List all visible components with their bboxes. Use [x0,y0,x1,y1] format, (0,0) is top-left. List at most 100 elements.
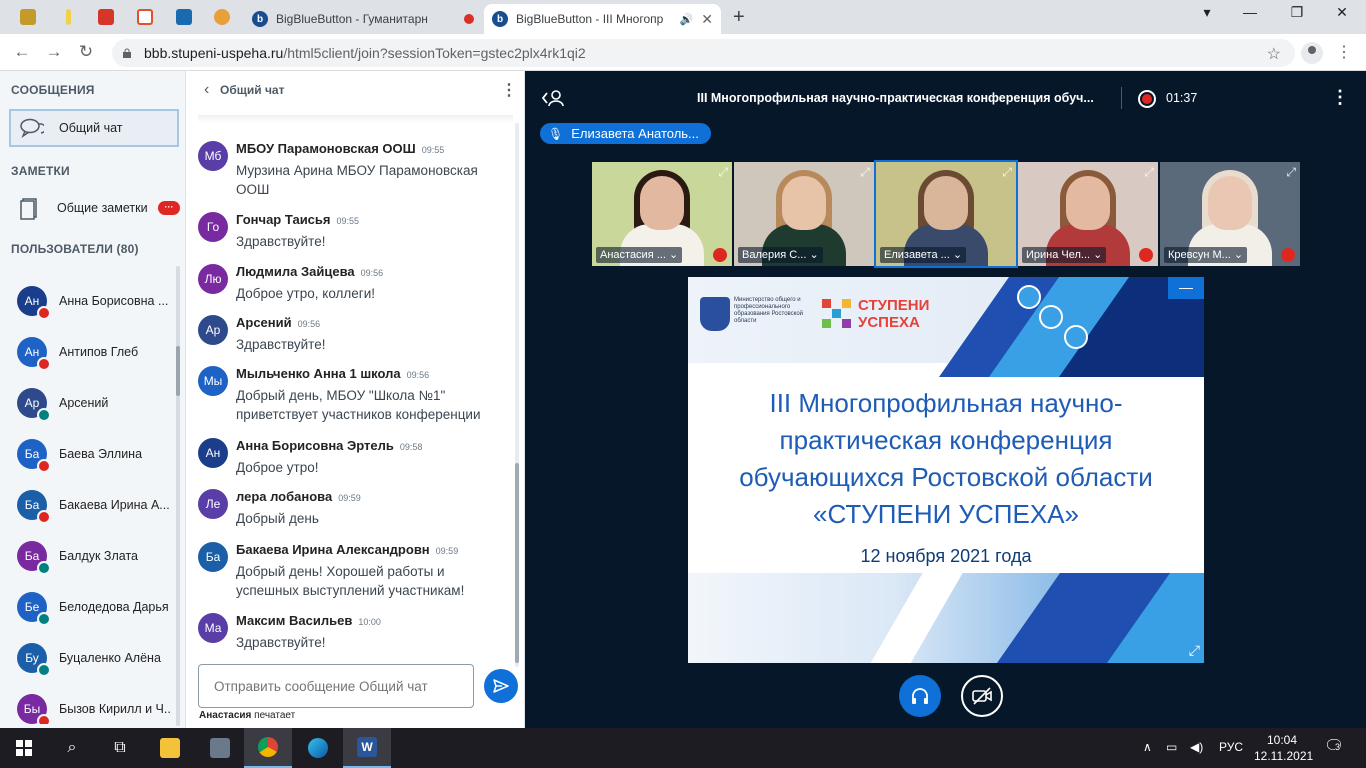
task-view-icon[interactable]: ⧉ [96,728,144,768]
input-language[interactable]: РУС [1219,740,1243,754]
avatar: Мы [198,366,228,396]
user-item[interactable]: Ба Баева Эллина [0,428,176,479]
minimize-button[interactable]: — [1230,4,1270,20]
webcam-user-label[interactable]: Ирина Чел... ⌄ [1022,247,1107,263]
chat-scrollbar[interactable] [515,123,519,667]
user-item[interactable]: Ан Анна Борисовна ... [0,275,176,326]
message-text: Здравствуйте! [236,635,326,650]
user-item[interactable]: Бы Бызов Кирилл и Ч... [0,683,176,724]
public-chat-item[interactable]: Общий чат [9,109,179,147]
meeting-options-icon[interactable]: ⋮ [1331,87,1349,108]
url-host: bbb.stupeni-uspeha.ru [144,45,284,61]
toggle-user-list-icon[interactable] [541,89,565,112]
pinned-tab-2[interactable] [52,5,84,29]
mic-muted-icon [37,509,51,524]
forward-icon[interactable]: → [42,42,66,62]
chat-title[interactable]: Общий чат [220,83,284,97]
chat-message-input[interactable] [198,664,474,708]
webcam-user-label[interactable]: Елизавета ... ⌄ [880,247,967,263]
url-bar[interactable]: bbb.stupeni-uspeha.ru/html5client/join?s… [112,39,1295,67]
fullscreen-icon[interactable]: ⤢ [1144,165,1154,180]
webcam-user-label[interactable]: Кревсун М... ⌄ [1164,247,1248,263]
edge-taskbar-icon[interactable] [294,728,342,768]
tray-chevron-icon[interactable]: ∧ [1143,740,1152,754]
slide-title: III Многопрофильная научно- практическая… [688,385,1204,533]
share-webcam-button[interactable] [961,675,1003,717]
avatar: Ан [17,285,51,320]
back-icon[interactable]: ← [10,42,34,62]
fullscreen-icon[interactable]: ⤢ [1189,642,1200,659]
tab-search-icon[interactable]: ▾ [1187,4,1227,21]
webcam-user-label[interactable]: Анастасия ... ⌄ [596,247,683,263]
fullscreen-icon[interactable]: ⤢ [860,165,870,180]
presentation-slide[interactable]: Министерство общего и профессионального … [688,277,1204,663]
user-item[interactable]: Бу Буцаленко Алёна [0,632,176,683]
user-list-scrollbar[interactable] [176,266,180,726]
browser-tab-1[interactable]: b BigBlueButton - Гуманитарн [244,4,482,34]
browser-menu-icon[interactable]: ⋮ [1336,42,1352,62]
user-item[interactable]: Ба Бакаева Ирина А... [0,479,176,530]
mic-muted-icon [713,248,727,262]
user-item[interactable]: Ан Антипов Глеб [0,326,176,377]
headphones-icon [912,688,928,704]
fullscreen-icon[interactable]: ⤢ [1002,165,1012,180]
pinned-tab-1[interactable] [12,5,44,29]
pinned-tab-3[interactable] [90,5,122,29]
typing-user: Анастасия [199,710,252,721]
user-item[interactable]: Бе Белодедова Дарья [0,581,176,632]
user-list-panel: СООБЩЕНИЯ Общий чат ЗАМЕТКИ Общие заметк… [0,71,186,728]
chat-options-icon[interactable]: ⋮ [501,80,517,100]
word-taskbar-icon[interactable]: W [343,728,391,768]
message-text: Доброе утро! [236,460,319,475]
divider [1121,87,1122,109]
webcam-tile[interactable]: Валерия С... ⌄ ⤢ [734,162,874,266]
shared-notes-item[interactable]: Общие заметки [9,189,179,227]
user-item[interactable]: Ба Балдук Злата [0,530,176,581]
talking-indicator[interactable]: 🎙 Елизавета Анатоль... [540,123,711,144]
webcam-tile[interactable]: Кревсун М... ⌄ ⤢ [1160,162,1300,266]
search-icon[interactable]: ⌕ [48,728,96,768]
pinned-tab-4[interactable] [129,5,161,29]
chevron-left-icon[interactable]: ‹ [204,81,209,99]
hide-presentation-button[interactable]: — [1168,277,1204,299]
close-tab-icon[interactable]: ✕ [701,11,713,28]
user-item[interactable]: Ар Арсений [0,377,176,428]
reload-icon[interactable]: ↻ [74,42,98,62]
slide-date: 12 ноября 2021 года [860,546,1032,566]
webcam-tile[interactable]: Ирина Чел... ⌄ ⤢ [1018,162,1158,266]
profile-avatar[interactable] [1301,42,1323,64]
new-tab-button[interactable]: + [733,6,745,29]
restore-button[interactable]: ❐ [1277,4,1317,21]
speaker-icon[interactable]: 🔊 [680,13,694,26]
start-button[interactable] [0,728,48,768]
network-icon[interactable]: ▭ [1166,740,1177,754]
pinned-tab-5[interactable] [168,5,200,29]
fullscreen-icon[interactable]: ⤢ [718,165,728,180]
scrollbar-thumb[interactable] [515,463,519,663]
recording-indicator-icon[interactable] [1138,90,1156,108]
volume-icon[interactable]: ◀) [1190,740,1203,754]
message-time: 09:56 [360,268,384,278]
avatar-initials: Мб [204,149,222,163]
scrollbar-thumb[interactable] [176,346,180,396]
books-icon [1064,325,1088,349]
talker-name: Елизавета Анатоль... [571,126,699,141]
message-header: Арсений 09:56 [236,315,320,330]
file-explorer-icon[interactable] [146,728,194,768]
taskbar-clock[interactable]: 10:04 12.11.2021 [1254,732,1313,764]
message-header: МБОУ Парамоновская ООШ 09:55 [236,141,444,156]
fullscreen-icon[interactable]: ⤢ [1286,165,1296,180]
bookmark-star-icon[interactable]: ☆ [1267,44,1281,64]
close-window-button[interactable]: ✕ [1322,4,1362,21]
pinned-tab-6[interactable] [206,5,238,29]
send-message-button[interactable] [484,669,518,703]
calculator-icon[interactable] [196,728,244,768]
audio-headphones-button[interactable] [899,675,941,717]
webcam-user-label[interactable]: Валерия С... ⌄ [738,247,823,263]
chrome-taskbar-icon[interactable] [244,728,292,768]
webcam-tile-active[interactable]: Елизавета ... ⌄ ⤢ [874,160,1018,268]
webcam-tile[interactable]: Анастасия ... ⌄ ⤢ [592,162,732,266]
message-time: 09:58 [399,442,423,452]
browser-tab-2-active[interactable]: b BigBlueButton - III Многопр 🔊 ✕ [484,4,721,34]
action-center-icon[interactable]: 🗨3 [1324,736,1344,756]
